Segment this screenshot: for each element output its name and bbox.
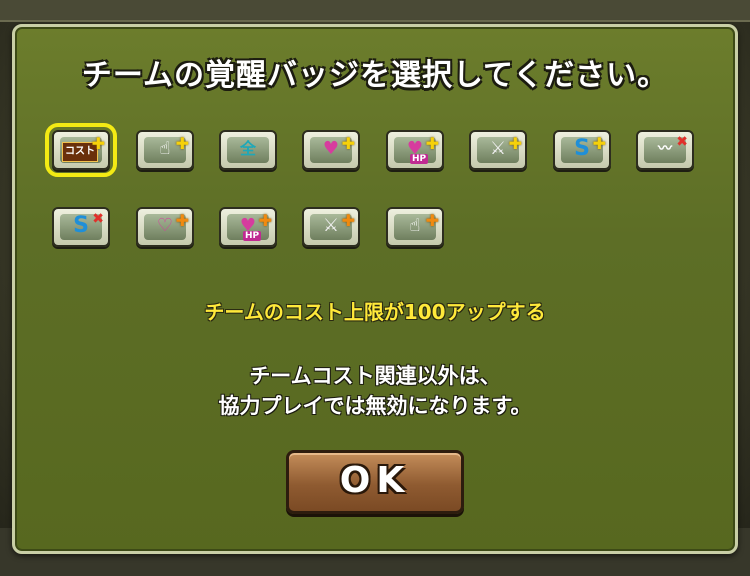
- cross-icon: ✖: [92, 211, 104, 227]
- skill-boost-badge[interactable]: S ✚: [553, 130, 611, 170]
- plus-icon: ✚: [341, 211, 355, 230]
- attack-plus-badge[interactable]: ⚔ ✚: [469, 130, 527, 170]
- plus-icon: ✚: [508, 134, 522, 153]
- plus-icon: ✚: [425, 134, 439, 153]
- all-icon: 全: [239, 139, 256, 158]
- all-stat-badge[interactable]: 全: [219, 130, 277, 170]
- skill-bind-resist-badge[interactable]: S ✖: [52, 207, 110, 247]
- plus-icon: ✚: [425, 211, 439, 230]
- cost-up-badge[interactable]: コスト ✚: [45, 123, 117, 177]
- ok-button[interactable]: OK: [286, 450, 464, 514]
- plus-icon: ✚: [175, 134, 189, 153]
- badge-description: チームのコスト上限が100アップする: [204, 300, 546, 324]
- hp-label: HP: [410, 154, 429, 164]
- heart-plus-large-badge[interactable]: ♡ ✚: [136, 207, 194, 247]
- note-line-1: チームコスト関連以外は、: [249, 364, 501, 388]
- attack-plus-large-badge[interactable]: ⚔ ✚: [302, 207, 360, 247]
- hp-plus-large-badge[interactable]: ♥ HP ✚: [219, 207, 277, 247]
- hand-plus-large-badge[interactable]: ☝ ✚: [386, 207, 444, 247]
- note-line-2: 協力プレイでは無効になります。: [218, 394, 532, 418]
- hp-label: HP: [243, 231, 262, 241]
- plus-icon: ✚: [341, 134, 355, 153]
- plus-icon: ✚: [592, 134, 606, 153]
- cross-icon: ✖: [676, 134, 688, 150]
- heart-plus-badge[interactable]: ♥ ✚: [302, 130, 360, 170]
- hp-plus-badge[interactable]: ♥ HP ✚: [386, 130, 444, 170]
- background-top-bar: [0, 0, 750, 22]
- plus-icon: ✚: [258, 211, 272, 230]
- plus-icon: ✚: [91, 134, 105, 153]
- plus-icon: ✚: [175, 211, 189, 230]
- hand-plus-badge[interactable]: ☝ ✚: [136, 130, 194, 170]
- resist-badge[interactable]: 〰 ✖: [636, 130, 694, 170]
- dialog-title: チームの覚醒バッジを選択してください。: [81, 58, 669, 93]
